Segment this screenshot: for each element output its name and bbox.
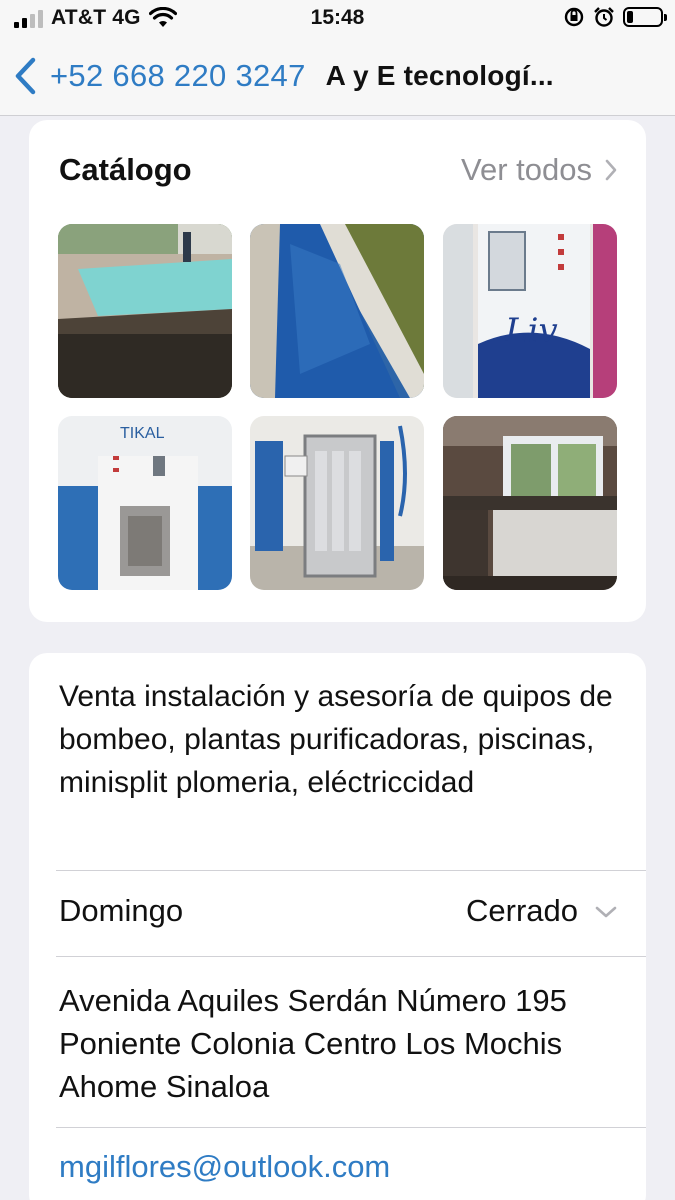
status-bar: AT&T 4G 15:48 bbox=[0, 0, 675, 36]
navigation-bar: +52 668 220 3247 A y E tecnologí... bbox=[0, 36, 675, 116]
plant-room-image bbox=[443, 416, 617, 590]
catalog-item-plant-room[interactable] bbox=[443, 416, 617, 590]
tikal-dispenser-image: TIKAL bbox=[58, 416, 232, 590]
catalog-item-pool-edge[interactable] bbox=[250, 224, 424, 398]
svg-text:Liv: Liv bbox=[504, 311, 558, 351]
business-description: Venta instalación y asesoría de quipos d… bbox=[59, 680, 613, 799]
pool-edge-image bbox=[250, 224, 424, 398]
divider bbox=[56, 1127, 646, 1128]
hours-status: Cerrado bbox=[466, 893, 578, 928]
divider bbox=[56, 956, 646, 957]
catalog-card: Catálogo Ver todos Liv TIKAL bbox=[29, 120, 646, 622]
back-button-label: +52 668 220 3247 bbox=[50, 57, 306, 93]
orientation-lock-icon bbox=[564, 7, 584, 27]
purification-equipment-image bbox=[250, 416, 424, 590]
see-all-label: Ver todos bbox=[461, 152, 592, 187]
chevron-down-icon bbox=[595, 906, 617, 918]
back-button[interactable]: +52 668 220 3247 bbox=[14, 57, 306, 95]
alarm-icon bbox=[594, 7, 614, 27]
chevron-right-icon bbox=[605, 159, 617, 181]
page-title: A y E tecnologí... bbox=[325, 59, 554, 91]
catalog-item-purification-equipment[interactable] bbox=[250, 416, 424, 590]
battery-icon bbox=[623, 7, 667, 27]
catalog-item-pool-construction[interactable] bbox=[58, 224, 232, 398]
business-info-card: Venta instalación y asesoría de quipos d… bbox=[29, 653, 646, 1200]
opening-hours-row[interactable]: Domingo Cerrado bbox=[59, 871, 618, 957]
hours-day: Domingo bbox=[59, 893, 184, 928]
catalog-item-tikal-dispenser[interactable]: TIKAL bbox=[58, 416, 232, 590]
status-right bbox=[563, 6, 667, 28]
catalog-title: Catálogo bbox=[59, 152, 192, 187]
email-link[interactable]: mgilflores@outlook.com bbox=[59, 1149, 390, 1185]
svg-text:TIKAL: TIKAL bbox=[120, 425, 165, 442]
business-address[interactable]: Avenida Aquiles Serdán Número 195 Ponien… bbox=[59, 979, 619, 1108]
chevron-left-icon bbox=[15, 57, 36, 94]
see-all-button[interactable]: Ver todos bbox=[461, 152, 618, 188]
vending-machine-image: Liv bbox=[443, 224, 617, 398]
pool-construction-image bbox=[58, 224, 232, 398]
battery-level bbox=[627, 11, 634, 23]
catalog-header: Catálogo Ver todos bbox=[59, 152, 618, 192]
catalog-item-vending-machine[interactable]: Liv bbox=[443, 224, 617, 398]
